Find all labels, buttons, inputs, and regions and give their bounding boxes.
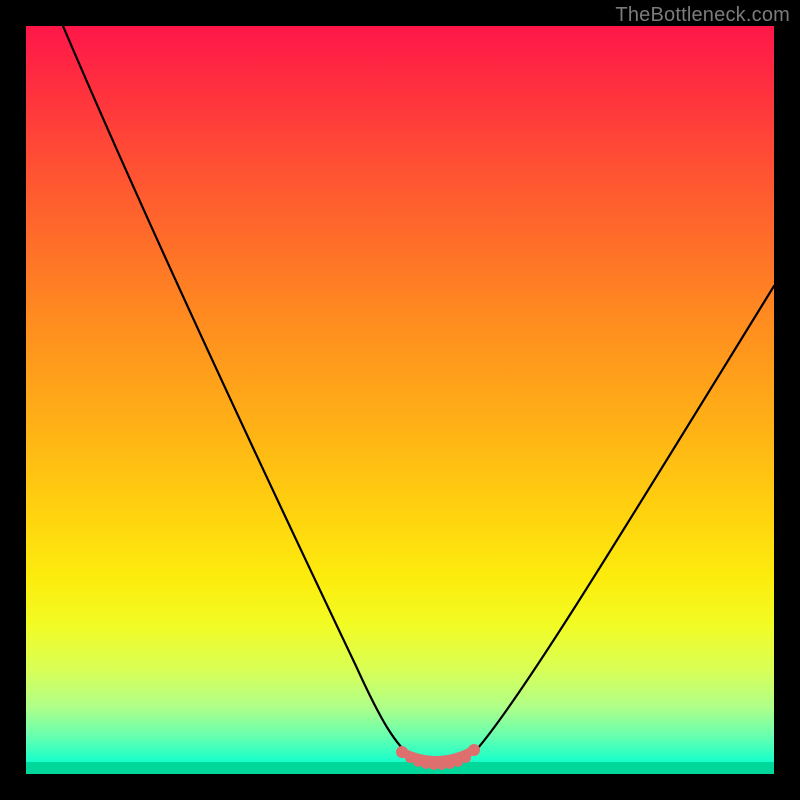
chart-frame: TheBottleneck.com — [0, 0, 800, 800]
curve-layer — [26, 26, 774, 774]
plot-area — [26, 26, 774, 774]
watermark-text: TheBottleneck.com — [615, 4, 790, 27]
bottleneck-curve — [63, 26, 774, 764]
optimum-marker — [396, 744, 480, 770]
